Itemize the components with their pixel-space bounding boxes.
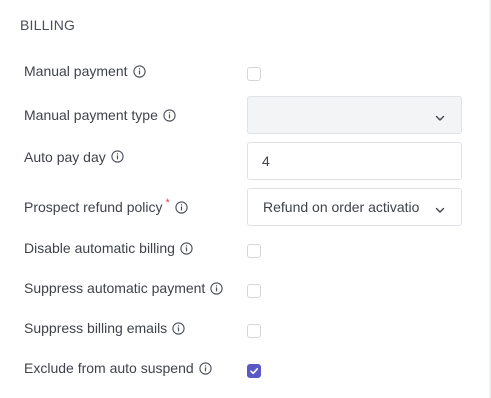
row-manual-payment: Manual payment	[24, 60, 462, 82]
prospect-refund-policy-select[interactable]: Refund on order activatio	[247, 188, 462, 226]
checkmark-icon	[250, 368, 258, 375]
info-icon[interactable]	[210, 281, 223, 295]
section-title-billing: BILLING	[20, 17, 76, 33]
row-suppress-automatic-payment: Suppress automatic payment	[24, 277, 462, 299]
suppress-billing-emails-checkbox[interactable]	[247, 324, 261, 338]
info-icon[interactable]	[172, 321, 185, 335]
exclude-from-auto-suspend-label: Exclude from auto suspend	[24, 360, 247, 376]
manual-payment-type-label: Manual payment type	[24, 107, 247, 123]
row-auto-pay-day: Auto pay day 4	[24, 142, 462, 180]
info-icon[interactable]	[199, 361, 212, 375]
disable-automatic-billing-checkbox[interactable]	[247, 244, 261, 258]
row-prospect-refund-policy: Prospect refund policy * Refund on order…	[24, 188, 462, 226]
info-icon[interactable]	[111, 150, 124, 163]
info-icon[interactable]	[175, 200, 188, 214]
chevron-down-icon	[435, 110, 445, 121]
disable-automatic-billing-label: Disable automatic billing	[24, 240, 247, 256]
info-icon[interactable]	[163, 108, 176, 122]
prospect-refund-policy-label: Prospect refund policy *	[24, 197, 247, 215]
row-disable-automatic-billing: Disable automatic billing	[24, 237, 462, 259]
row-suppress-billing-emails: Suppress billing emails	[24, 317, 462, 339]
manual-payment-label: Manual payment	[24, 63, 247, 79]
auto-pay-day-input[interactable]: 4	[247, 142, 462, 180]
suppress-automatic-payment-label: Suppress automatic payment	[24, 280, 247, 296]
row-exclude-from-auto-suspend: Exclude from auto suspend	[24, 357, 462, 379]
chevron-down-icon	[435, 202, 445, 213]
info-icon[interactable]	[132, 64, 146, 78]
auto-pay-day-label: Auto pay day	[24, 149, 247, 165]
manual-payment-type-select[interactable]	[247, 96, 462, 134]
manual-payment-checkbox[interactable]	[247, 67, 261, 81]
info-icon[interactable]	[180, 241, 193, 255]
row-manual-payment-type: Manual payment type	[24, 96, 462, 134]
required-marker: *	[165, 197, 170, 209]
suppress-billing-emails-label: Suppress billing emails	[24, 320, 247, 336]
exclude-from-auto-suspend-checkbox[interactable]	[247, 364, 261, 378]
suppress-automatic-payment-checkbox[interactable]	[247, 284, 261, 298]
